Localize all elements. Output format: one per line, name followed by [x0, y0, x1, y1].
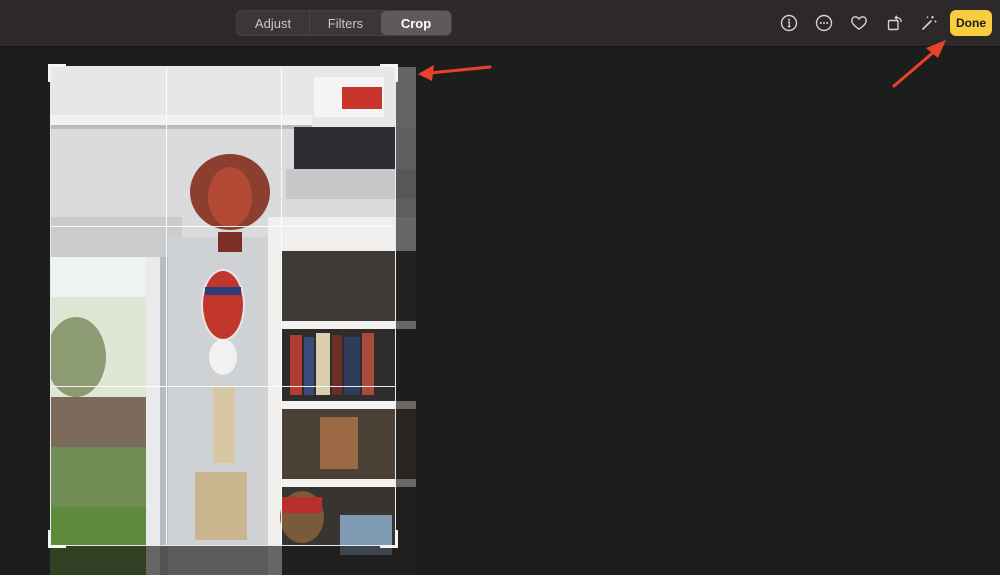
tab-filters[interactable]: Filters [309, 11, 381, 35]
info-icon [780, 14, 798, 32]
crop-grid-line [51, 226, 395, 227]
annotation-arrow-crop-handle [418, 65, 492, 81]
editor-toolbar: Adjust Filters Crop Done [0, 0, 1000, 47]
more-icon [815, 14, 833, 32]
favorite-button[interactable] [847, 11, 871, 35]
crop-grid-line [281, 67, 282, 545]
heart-icon [851, 16, 867, 31]
crop-shade-bottom [50, 546, 396, 575]
tab-crop[interactable]: Crop [381, 11, 451, 35]
more-button[interactable] [812, 11, 836, 35]
crop-handle-top-left[interactable] [48, 64, 66, 82]
tab-adjust[interactable]: Adjust [237, 11, 309, 35]
crop-grid-line [51, 386, 395, 387]
crop-frame[interactable] [48, 64, 398, 548]
crop-grid-line [166, 67, 167, 545]
crop-handle-bottom-right[interactable] [380, 530, 398, 548]
edit-mode-segmented-control: Adjust Filters Crop [236, 10, 452, 36]
annotation-arrow-done [892, 40, 946, 88]
crop-shade-right [396, 67, 416, 575]
crop-handle-top-right[interactable] [380, 64, 398, 82]
rotate-button[interactable] [883, 11, 907, 35]
done-button[interactable]: Done [950, 10, 992, 36]
magic-wand-icon [922, 16, 937, 30]
photo-canvas [0, 47, 1000, 575]
auto-enhance-button[interactable] [917, 11, 941, 35]
info-button[interactable] [777, 11, 801, 35]
crop-handle-bottom-left[interactable] [48, 530, 66, 548]
rotate-icon [887, 15, 903, 31]
